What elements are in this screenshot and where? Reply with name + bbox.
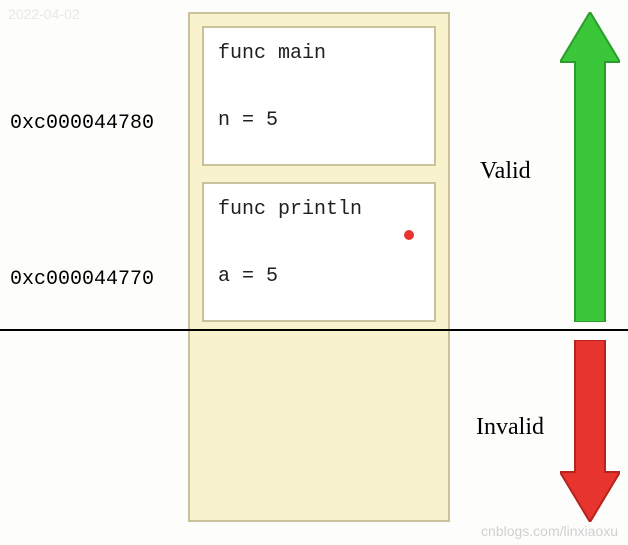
watermark-bottom-right: cnblogs.com/linxiaoxu: [481, 523, 618, 539]
stack-container: func main n = 5 func println a = 5: [188, 12, 450, 522]
frame-println-value: a = 5: [218, 265, 420, 288]
stack-frame-println: func println a = 5: [202, 182, 436, 322]
frame-println-title: func println: [218, 198, 420, 221]
valid-label: Valid: [480, 158, 531, 185]
frame-main-title: func main: [218, 42, 420, 65]
stack-frame-main: func main n = 5: [202, 26, 436, 166]
invalid-label: Invalid: [476, 414, 544, 441]
divider-line: [0, 329, 628, 331]
watermark-top-left: 2022-04-02: [8, 6, 80, 22]
red-dot-marker: [404, 230, 414, 240]
address-label-1: 0xc000044780: [10, 112, 154, 135]
frame-main-value: n = 5: [218, 109, 420, 132]
address-label-2: 0xc000044770: [10, 268, 154, 291]
green-up-arrow-icon: [560, 12, 620, 322]
red-down-arrow-icon: [560, 340, 620, 522]
